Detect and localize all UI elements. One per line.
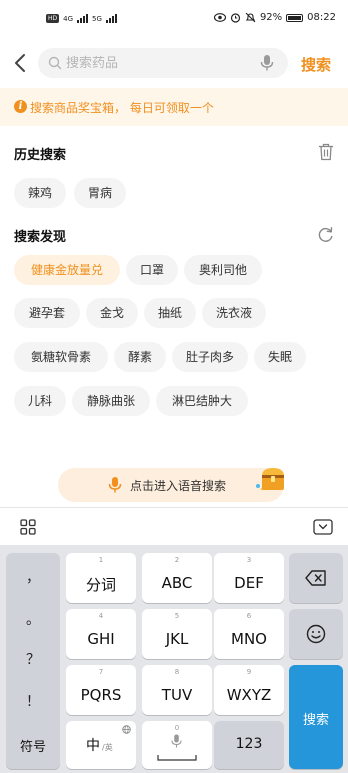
key-5-jkl[interactable]: 5 JKL	[142, 609, 212, 659]
search-header: 搜索	[0, 46, 348, 80]
microphone-icon[interactable]	[260, 54, 274, 72]
keyboard-search-label: 搜索	[302, 713, 329, 728]
punctuation-column[interactable]: ， 。 ？ ！	[6, 553, 60, 729]
history-chip[interactable]: 胃病	[74, 178, 126, 208]
signal-bars-icon	[105, 14, 117, 23]
backspace-icon	[305, 570, 326, 586]
battery-icon	[286, 13, 304, 22]
status-bar: HD 4G 5G 92% 08:22	[0, 0, 348, 40]
punct-key-period[interactable]: 。	[6, 609, 60, 629]
punct-key-exclaim[interactable]: ！	[6, 691, 60, 711]
back-arrow-icon[interactable]	[8, 50, 34, 76]
numbers-label: 123	[235, 736, 263, 752]
refresh-icon[interactable]	[317, 226, 334, 243]
key-7-pqrs[interactable]: 7 PQRS	[66, 665, 136, 715]
discover-chip[interactable]: 金戈	[86, 298, 138, 328]
backspace-key[interactable]	[289, 553, 343, 603]
space-key[interactable]: 0	[142, 721, 212, 769]
keyboard-search-key[interactable]: 搜索	[289, 665, 343, 769]
key-6-mno[interactable]: 6 MNO	[214, 609, 284, 659]
emoji-key[interactable]	[289, 609, 343, 659]
search-icon	[48, 56, 62, 70]
discover-chip[interactable]: 肚子肉多	[172, 342, 248, 372]
hd-badge: HD	[46, 14, 60, 23]
status-right: 92% 08:22	[213, 12, 336, 23]
network-5g-label: 5G	[92, 14, 102, 23]
key-9-wxyz[interactable]: 9 WXYZ	[214, 665, 284, 715]
discover-chip[interactable]: 氨糖软骨素	[14, 342, 108, 372]
punct-key-question[interactable]: ？	[6, 649, 60, 669]
discover-chip[interactable]: 酵素	[114, 342, 166, 372]
discover-chip-hot[interactable]: 健康金放量兑	[14, 255, 120, 285]
battery-percent: 92%	[259, 12, 283, 23]
grid-menu-icon[interactable]	[20, 519, 36, 535]
network-4g-label: 4G	[63, 14, 74, 23]
discover-chip[interactable]: 静脉曲张	[72, 386, 150, 416]
language-switch-key[interactable]: 中 /英	[66, 721, 136, 769]
discover-chip[interactable]: 口罩	[126, 255, 178, 285]
key-3-def[interactable]: 3 DEF	[214, 553, 284, 603]
promo-banner[interactable]: i 搜索商品奖宝箱， 每日可领取一个	[0, 88, 348, 126]
promo-text: 搜索商品奖宝箱， 每日可领取一个	[30, 101, 214, 115]
globe-icon	[122, 725, 131, 734]
key-8-tuv[interactable]: 8 TUV	[142, 665, 212, 715]
trash-icon[interactable]	[318, 143, 334, 161]
history-chip[interactable]: 辣鸡	[14, 178, 66, 208]
voice-search-button[interactable]: 点击进入语音搜索	[58, 468, 284, 502]
discover-chip[interactable]: 避孕套	[14, 298, 80, 328]
discover-title: 搜索发现	[14, 230, 67, 245]
eye-icon	[213, 13, 226, 22]
discover-chip[interactable]: 儿科	[14, 386, 66, 416]
discover-chip[interactable]: 奥利司他	[184, 255, 262, 285]
mute-icon	[245, 12, 256, 23]
signal-bars-icon	[77, 14, 89, 23]
voice-search-label: 点击进入语音搜索	[130, 479, 227, 493]
discover-chip[interactable]: 失眠	[254, 342, 306, 372]
lang-label: 中	[86, 738, 100, 754]
history-title: 历史搜索	[14, 148, 67, 163]
numbers-key[interactable]: 123	[214, 721, 284, 769]
alarm-icon	[230, 13, 241, 23]
key-4-ghi[interactable]: 4 GHI	[66, 609, 136, 659]
discover-chip[interactable]: 淋巴结肿大	[156, 386, 248, 416]
emoji-icon	[306, 624, 326, 644]
microphone-icon	[171, 734, 182, 748]
punct-key-comma[interactable]: ，	[6, 567, 60, 587]
keyboard-collapse-icon[interactable]	[313, 519, 333, 535]
key-1-fenci[interactable]: 1 分词	[66, 553, 136, 603]
signal-group: HD 4G 5G	[46, 14, 117, 23]
keyboard-toolbar	[0, 507, 348, 545]
microphone-icon	[108, 477, 122, 493]
search-box[interactable]	[38, 48, 288, 78]
symbols-label: 符号	[19, 740, 46, 755]
info-icon: i	[14, 100, 27, 113]
clock: 08:22	[307, 12, 336, 23]
discover-chip[interactable]: 抽纸	[144, 298, 196, 328]
keyboard: ， 。 ？ ！ 1 分词 2 ABC 3 DEF 4 GHI 5 JKL 6 MNO 7 PQ…	[0, 545, 348, 773]
treasure-chest-icon	[256, 468, 284, 491]
space-bar-icon	[157, 755, 197, 761]
search-button[interactable]: 搜索	[301, 54, 331, 75]
lang-sub-label: /英	[102, 743, 113, 752]
symbols-key[interactable]: 符号	[6, 721, 60, 769]
discover-chip[interactable]: 洗衣液	[202, 298, 266, 328]
key-2-abc[interactable]: 2 ABC	[142, 553, 212, 603]
search-input[interactable]	[66, 48, 256, 78]
